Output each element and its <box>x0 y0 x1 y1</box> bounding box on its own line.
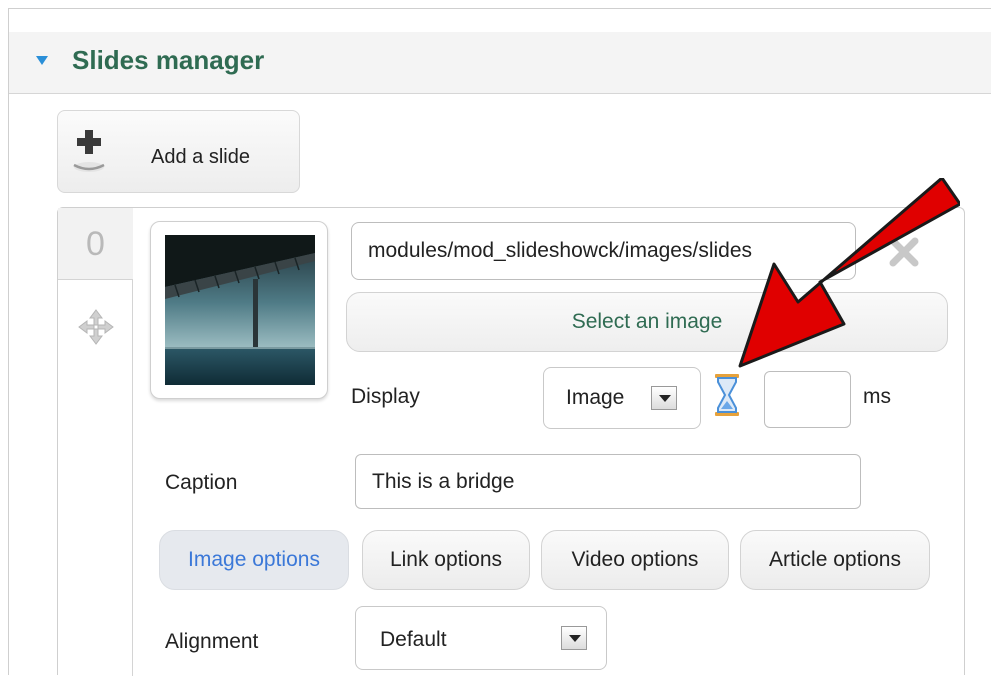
panel-header[interactable]: Slides manager <box>9 32 991 94</box>
add-slide-button[interactable]: Add a slide <box>57 110 300 193</box>
duration-unit-label: ms <box>863 385 891 408</box>
caption-input[interactable]: This is a bridge <box>355 454 861 509</box>
display-select[interactable]: Image <box>543 367 701 429</box>
slide-item: 0 modules/mod_slideshowck/images/slides … <box>57 207 965 676</box>
top-link-fragment <box>0 0 991 8</box>
slide-index: 0 <box>58 208 133 280</box>
image-path-input[interactable]: modules/mod_slideshowck/images/slides <box>351 222 856 280</box>
add-slide-label: Add a slide <box>151 146 250 168</box>
panel-title: Slides manager <box>72 45 265 75</box>
display-label: Display <box>351 385 420 408</box>
chevron-down-icon[interactable] <box>36 56 48 65</box>
select-image-button[interactable]: Select an image <box>346 292 948 352</box>
alignment-select-value: Default <box>380 628 447 651</box>
slide-thumbnail-frame <box>150 221 328 399</box>
tab-video-options[interactable]: Video options <box>541 530 729 590</box>
caption-label: Caption <box>165 471 238 494</box>
move-icon[interactable] <box>77 308 115 346</box>
remove-icon[interactable] <box>884 232 924 272</box>
hourglass-icon <box>715 374 739 416</box>
display-select-value: Image <box>566 386 625 409</box>
bridge-image <box>165 235 315 385</box>
slide-handle-column: 0 <box>58 208 133 676</box>
chevron-down-icon <box>561 626 587 650</box>
plus-icon <box>73 130 105 172</box>
tab-article-options[interactable]: Article options <box>740 530 930 590</box>
duration-input[interactable] <box>764 371 851 428</box>
chevron-down-icon <box>651 386 677 410</box>
slide-thumbnail <box>165 235 315 385</box>
tab-link-options[interactable]: Link options <box>362 530 530 590</box>
tab-image-options[interactable]: Image options <box>159 530 349 590</box>
alignment-select[interactable]: Default <box>355 606 607 670</box>
alignment-label: Alignment <box>165 630 259 653</box>
